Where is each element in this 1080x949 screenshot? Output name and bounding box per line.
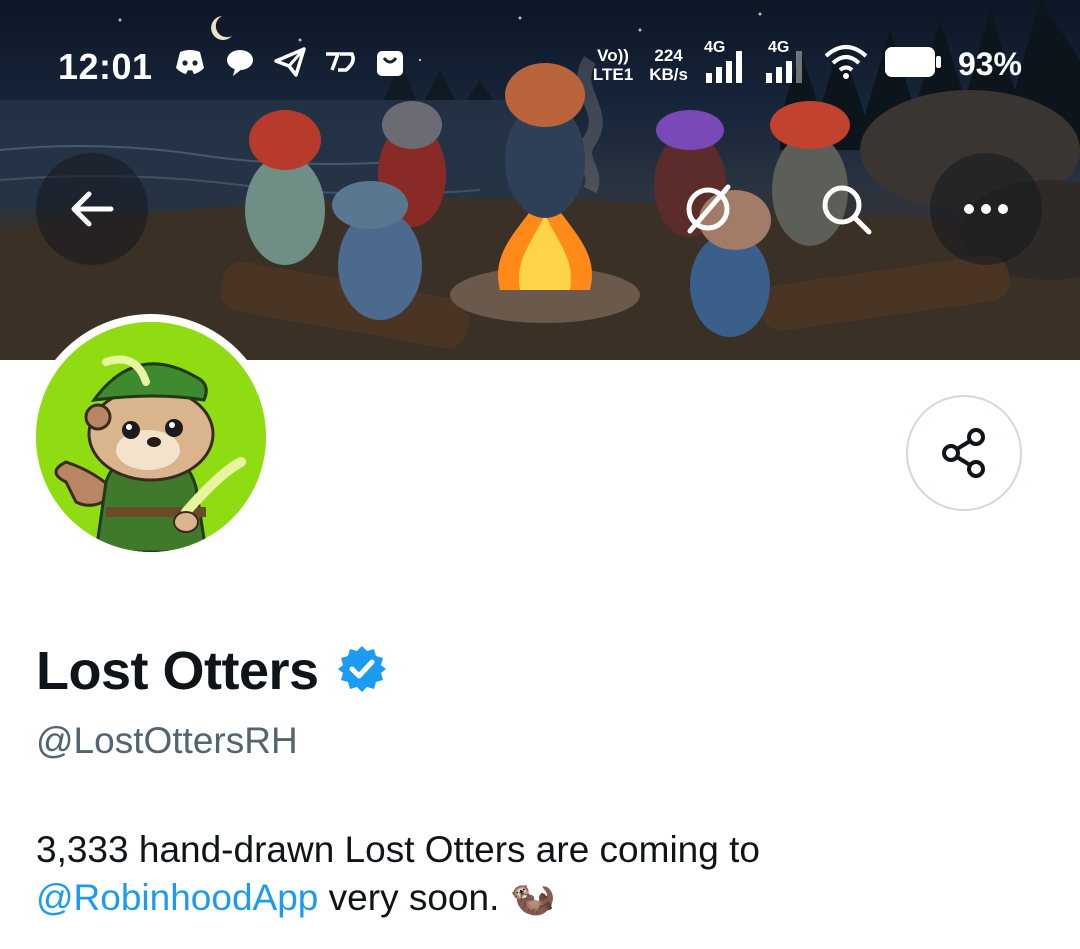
- volte-indicator: Vo)) LTE1: [593, 46, 633, 84]
- net-speed-unit: KB/s: [649, 64, 688, 84]
- discord-icon: [172, 44, 208, 80]
- bio-mention-link[interactable]: @RobinhoodApp: [36, 877, 318, 918]
- system-status-icons: Vo)) LTE1 224 KB/s 4G 4G 93%: [593, 39, 1022, 85]
- battery-percent: 93%: [957, 46, 1022, 82]
- status-time: 12:01: [58, 46, 153, 87]
- profile-bio: 3,333 hand-drawn Lost Otters are coming …: [36, 826, 1046, 922]
- signal-strength-1: 4G: [704, 39, 748, 85]
- search-button[interactable]: [806, 169, 886, 249]
- display-name: Lost Otters: [36, 641, 319, 701]
- signal-strength-2: 4G: [764, 39, 808, 85]
- status-bar: 12:01 Vo)) LTE1 224 KB/s 4G 4G 93%: [0, 30, 1080, 100]
- grok-button[interactable]: [668, 169, 748, 249]
- profile-avatar[interactable]: [28, 314, 274, 560]
- volte-top-label: Vo)): [597, 45, 629, 65]
- signal-bars-icon: [705, 50, 742, 83]
- profile-handle: @LostOttersRH: [36, 720, 298, 761]
- shopping-bag-icon: [372, 44, 408, 80]
- wifi-icon: [824, 44, 868, 85]
- arrow-left-icon: [71, 191, 114, 227]
- share-profile-button[interactable]: [906, 395, 1022, 511]
- net-speed-value: 224: [654, 45, 683, 65]
- battery-icon: [884, 45, 942, 84]
- signal-bars-icon: [765, 50, 802, 83]
- app-logo-icon: [322, 44, 358, 80]
- telegram-icon: [272, 44, 308, 80]
- volte-bottom-label: LTE1: [592, 64, 634, 84]
- otter-archer-avatar: [36, 322, 266, 552]
- network-speed: 224 KB/s: [649, 46, 688, 84]
- back-button[interactable]: [36, 153, 148, 265]
- search-icon: [822, 185, 872, 235]
- chat-bubble-icon: [222, 44, 258, 80]
- slash-circle-icon: [686, 184, 731, 234]
- share-icon: [942, 428, 985, 478]
- avatar-image: [36, 322, 266, 552]
- verified-badge-icon[interactable]: [337, 644, 387, 699]
- more-horizontal-icon: [964, 204, 1008, 214]
- profile-name-row: Lost Otters: [36, 640, 387, 702]
- bio-tail: very soon. 🦦: [318, 877, 556, 918]
- notification-icons: [172, 44, 408, 80]
- more-options-button[interactable]: [930, 153, 1042, 265]
- bio-text: 3,333 hand-drawn Lost Otters are coming …: [36, 829, 760, 870]
